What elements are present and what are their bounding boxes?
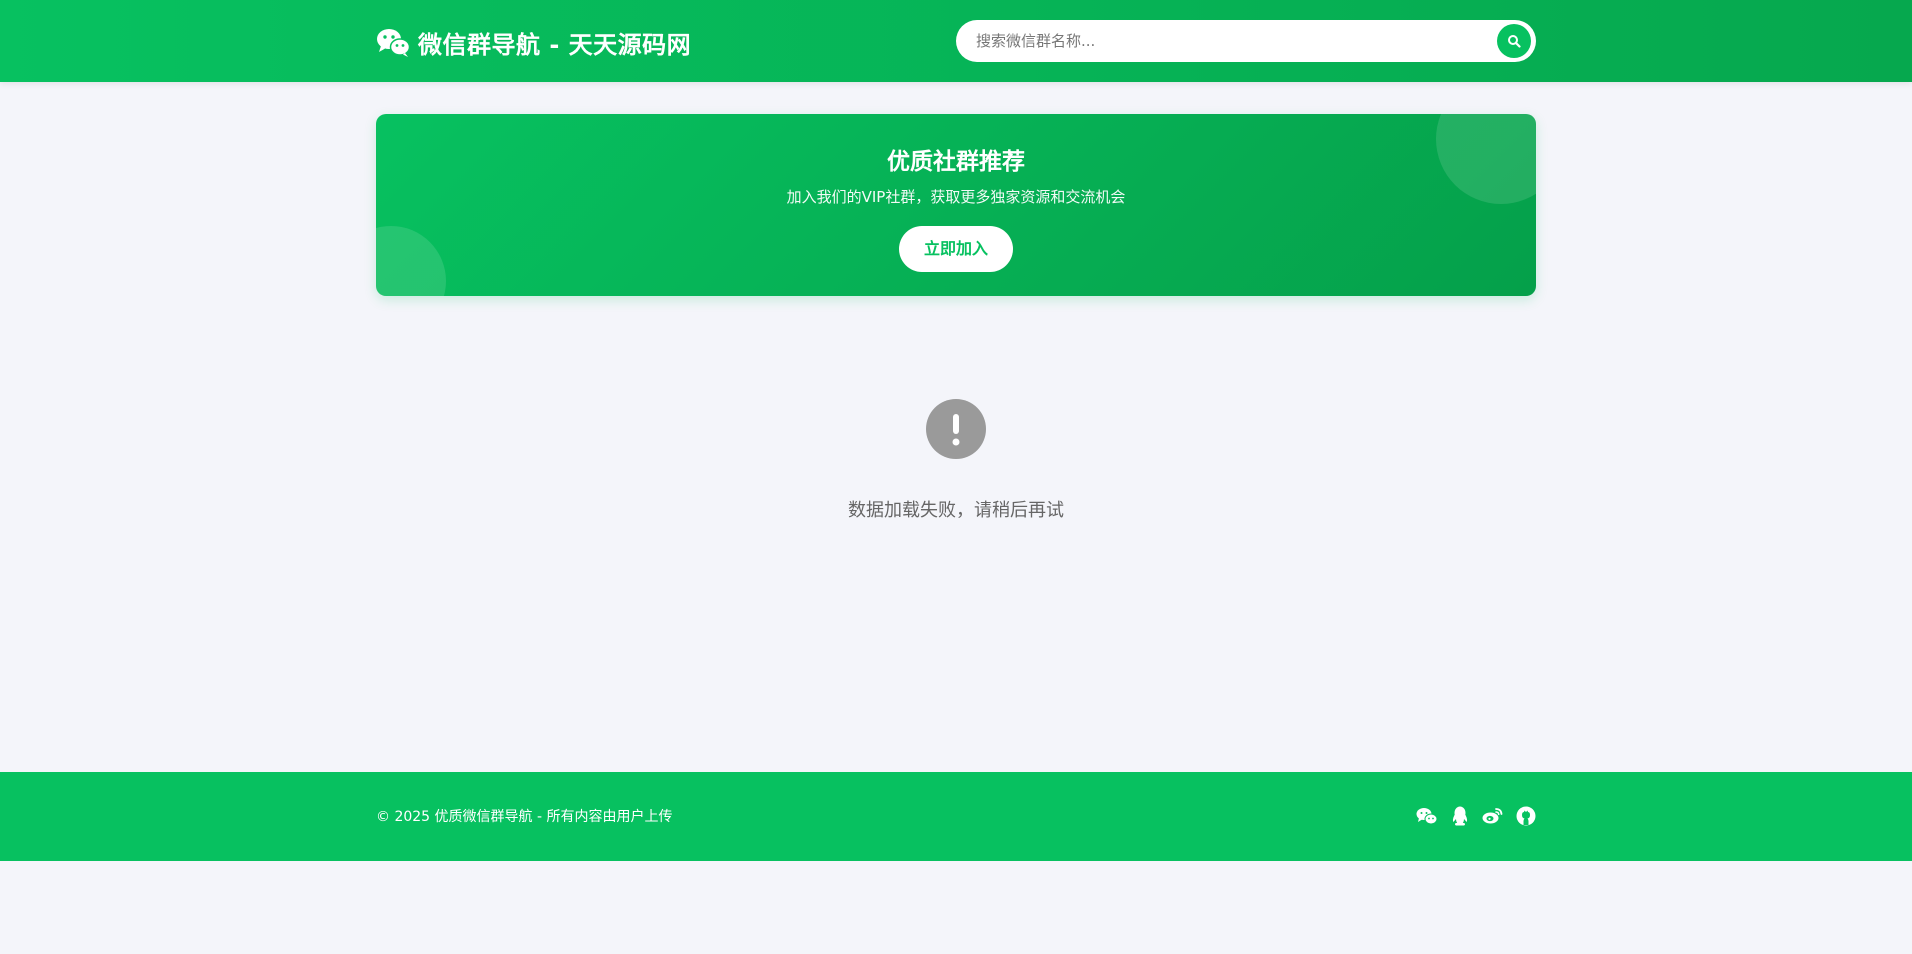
search-button[interactable] [1497,24,1531,58]
search-input[interactable] [956,20,1497,62]
wechat-icon [377,29,410,57]
top-header: 微信群导航 - 天天源码网 [0,0,1912,82]
search-icon [1508,35,1521,48]
error-message: 数据加载失败，请稍后再试 [848,500,1064,521]
banner-title: 优质社群推荐 [887,149,1025,175]
decorative-circle [376,226,446,296]
qq-icon[interactable] [1449,805,1470,826]
weibo-icon[interactable] [1482,805,1503,826]
brand[interactable]: 微信群导航 - 天天源码网 [376,24,691,60]
footer: © 2025 优质微信群导航 - 所有内容由用户上传 [0,772,1912,861]
copyright-text: © 2025 优质微信群导航 - 所有内容由用户上传 [376,809,673,825]
site-title: 微信群导航 - 天天源码网 [418,30,692,59]
search-bar [956,20,1536,62]
join-now-button[interactable]: 立即加入 [899,226,1013,272]
wechat-icon[interactable] [1416,805,1437,826]
exclamation-circle-icon [926,399,986,459]
social-links [1416,805,1536,826]
banner-subtitle: 加入我们的VIP社群，获取更多独家资源和交流机会 [786,188,1126,206]
github-icon[interactable] [1515,805,1536,826]
promo-banner: 优质社群推荐 加入我们的VIP社群，获取更多独家资源和交流机会 立即加入 [376,114,1536,296]
